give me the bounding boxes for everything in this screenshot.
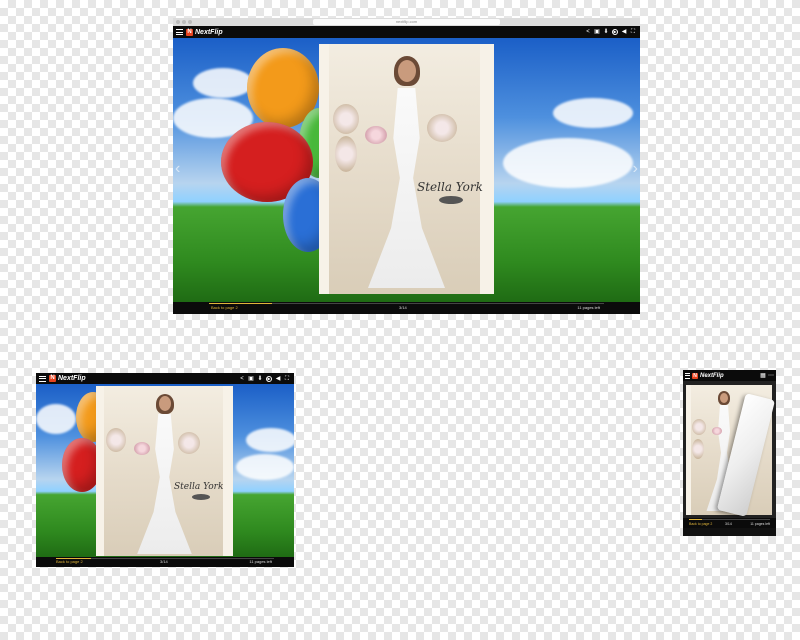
viewer-footer: Back to page 2 3/14 11 pages left (36, 557, 294, 567)
flower-arrangement (106, 428, 126, 452)
cloud (246, 428, 294, 452)
cloud (553, 98, 633, 128)
play-icon[interactable]: ▶ (612, 29, 618, 35)
page-progress-fill (689, 519, 702, 520)
book-stage: ‹ › Stella York (173, 38, 640, 302)
signature-text: Stella York (417, 180, 483, 194)
bride-face (397, 60, 416, 82)
page-progress-fill (209, 303, 273, 304)
cloud (503, 138, 633, 188)
flower-arrangement (692, 419, 706, 435)
desktop-preview: nextflip.com N NextFlip < ▣ ⬇ ▶ ◀ ⛶ ‹ › (173, 18, 640, 314)
window-minimize-dot[interactable] (182, 20, 186, 24)
cloud (36, 404, 76, 434)
tablet-preview: N NextFlip < ▣ ⬇ ▶ ◀ ⛶ Stella York Back … (36, 373, 294, 567)
download-icon[interactable]: ⬇ (257, 376, 263, 382)
menu-icon[interactable] (176, 29, 183, 35)
more-icon[interactable]: ⋯ (768, 373, 774, 379)
signature-text: Stella York (174, 482, 224, 492)
viewer-footer: Back to page 2 3/14 11 pages left (683, 518, 776, 528)
page-progress-bar[interactable] (209, 303, 604, 304)
logo-icon: N (692, 372, 698, 379)
flower-arrangement (335, 136, 357, 172)
share-icon[interactable]: < (239, 376, 245, 382)
viewer-footer: Back to page 2 3/14 11 pages left (173, 302, 640, 314)
brand-name: NextFlip (195, 28, 223, 36)
sound-icon[interactable]: ◀ (275, 376, 281, 382)
brand-name: NextFlip (58, 375, 86, 382)
window-close-dot[interactable] (176, 20, 180, 24)
book-stage: Stella York (36, 384, 294, 557)
page-indicator: 3/14 (725, 522, 732, 526)
cloud (193, 68, 253, 98)
viewer-toolbar: N NextFlip ▦ ⋯ (683, 370, 776, 381)
bride-bouquet (365, 126, 387, 144)
address-bar[interactable]: nextflip.com (313, 19, 500, 25)
next-page-arrow[interactable]: › (633, 160, 638, 178)
bride-bouquet (134, 442, 150, 455)
fullscreen-icon[interactable]: ⛶ (284, 376, 290, 382)
window-zoom-dot[interactable] (188, 20, 192, 24)
book-page: Stella York (96, 386, 233, 556)
page-indicator: 3/14 (399, 305, 407, 310)
prev-page-arrow[interactable]: ‹ (175, 160, 180, 178)
logo-icon: N (49, 375, 56, 382)
back-to-page-link[interactable]: Back to page 2 (689, 521, 712, 527)
browser-chrome: nextflip.com (173, 18, 640, 26)
print-icon[interactable]: ▣ (248, 376, 254, 382)
logo-icon: N (186, 28, 193, 36)
book-stage (683, 381, 776, 518)
download-icon[interactable]: ⬇ (603, 29, 609, 35)
sound-icon[interactable]: ◀ (621, 29, 627, 35)
bride-bouquet (712, 427, 722, 435)
brand-name: NextFlip (700, 372, 724, 379)
viewer-toolbar: N NextFlip < ▣ ⬇ ▶ ◀ ⛶ (173, 26, 640, 38)
flower-arrangement (178, 432, 200, 454)
grid-icon[interactable]: ▦ (760, 373, 766, 379)
pages-left-text: 11 pages left (750, 522, 770, 526)
page-indicator: 3/14 (160, 559, 168, 564)
phone-preview: N NextFlip ▦ ⋯ Back to page 2 3/14 11 pa… (683, 370, 776, 536)
signature-ornament (192, 494, 210, 500)
print-icon[interactable]: ▣ (594, 29, 600, 35)
bride-face (158, 396, 171, 411)
viewer-toolbar: N NextFlip < ▣ ⬇ ▶ ◀ ⛶ (36, 373, 294, 384)
pages-left-text: 11 pages left (577, 305, 600, 310)
cloud (236, 454, 294, 480)
share-icon[interactable]: < (585, 29, 591, 35)
book-page: Stella York (319, 44, 494, 294)
back-to-page-link[interactable]: Back to page 2 (211, 305, 238, 311)
page-progress-bar[interactable] (689, 519, 770, 520)
flower-arrangement (692, 439, 704, 459)
menu-icon[interactable] (39, 375, 46, 382)
flower-arrangement (427, 114, 457, 142)
menu-icon[interactable] (685, 372, 690, 379)
back-to-page-link[interactable]: Back to page 2 (56, 559, 83, 565)
play-icon[interactable]: ▶ (266, 375, 272, 382)
fullscreen-icon[interactable]: ⛶ (630, 29, 636, 35)
pages-left-text: 11 pages left (249, 559, 272, 564)
bride-face (720, 393, 728, 403)
flower-arrangement (333, 104, 359, 134)
signature-ornament (439, 196, 463, 204)
